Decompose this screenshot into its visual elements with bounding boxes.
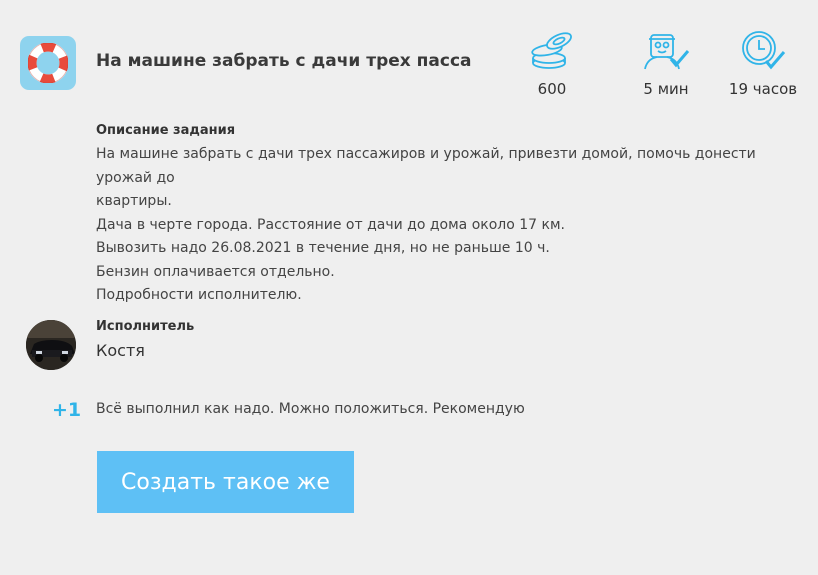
description-line: квартиры. [96,193,172,209]
car-photo [26,320,76,370]
person-check-icon [644,34,690,70]
task-title: На машине забрать с дачи трех пасса [96,51,472,71]
lifebuoy-icon [28,43,68,83]
coins-icon [531,32,572,69]
executor-avatar[interactable] [26,320,76,370]
description-line: Дача в черте города. Расстояние от дачи … [96,216,565,233]
description-line: Бензин оплачивается отдельно. [96,263,335,280]
review-rating: +1 [52,399,82,421]
description-heading: Описание задания [96,123,236,138]
clock-check-icon [742,31,786,70]
deadline-value: 19 часов [728,80,798,98]
review-text: Всё выполнил как надо. Можно положиться.… [96,401,525,417]
deadline-stat: 19 часов [726,28,800,98]
description-line: Вывозить надо 26.08.2021 в течение дня, … [96,240,550,256]
price-stat: 600 [526,28,578,98]
executor-label: Исполнитель [96,319,195,334]
create-similar-button[interactable]: Создать такое же [97,451,354,513]
task-description: Описание задания На машине забрать с дач… [96,123,796,308]
response-time-stat: 5 мин [637,28,695,98]
description-line: На машине забрать с дачи трех пассажиров… [96,146,756,186]
price-value: 600 [537,80,567,98]
executor-name[interactable]: Костя [96,341,145,360]
response-time-value: 5 мин [643,80,689,98]
task-category-icon [20,36,76,90]
description-line: Подробности исполнителю. [96,287,302,303]
